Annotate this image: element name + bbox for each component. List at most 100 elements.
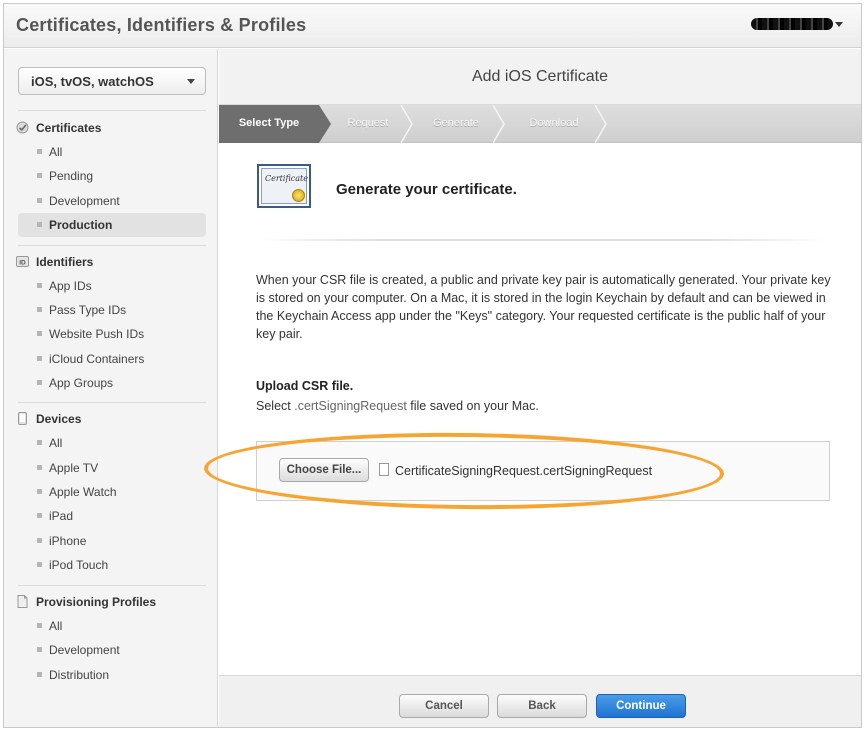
sidebar-item-label: Apple Watch: [49, 485, 117, 499]
bullet-icon: [37, 562, 42, 567]
sidebar-item-pending[interactable]: Pending: [18, 164, 206, 188]
upload-instructions-suffix: file saved on your Mac.: [406, 399, 539, 413]
sidebar-item-label: App Groups: [49, 376, 114, 390]
sidebar-item-label: Pending: [49, 169, 94, 183]
step-arrow-icon: [493, 105, 505, 143]
step-arrow-icon: [319, 105, 331, 143]
bullet-icon: [37, 623, 42, 628]
seal-icon: [292, 189, 305, 202]
sidebar-item-development[interactable]: Development: [18, 189, 206, 213]
sidebar-item-ipad[interactable]: iPad: [18, 504, 206, 528]
certificate-icon: [16, 121, 29, 134]
main-panel: Add iOS Certificate Select Type Request …: [219, 49, 861, 727]
sidebar-item-devices-all[interactable]: All: [18, 431, 206, 455]
section-heading: Generate your certificate.: [336, 181, 517, 198]
main-header: Add iOS Certificate: [219, 49, 861, 105]
upload-title: Upload CSR file.: [256, 379, 354, 393]
sidebar-section-label: Identifiers: [36, 255, 94, 269]
bullet-icon: [37, 283, 42, 288]
step-request: Request: [347, 117, 389, 129]
sidebar-item-certificates-all[interactable]: All: [18, 140, 206, 164]
step-progress: Select Type Request Generate Download: [219, 105, 861, 143]
sidebar-item-label: Pass Type IDs: [49, 303, 127, 317]
sidebar-item-website-push-ids[interactable]: Website Push IDs: [18, 322, 206, 346]
bullet-icon: [37, 513, 42, 518]
sidebar-item-label: Development: [49, 643, 120, 657]
sidebar-item-label: iPhone: [49, 534, 87, 548]
bullet-icon: [37, 173, 42, 178]
platform-select[interactable]: iOS, tvOS, watchOS: [18, 67, 206, 95]
upload-instructions-prefix: Select: [256, 399, 295, 413]
upload-instructions: Select .certSigningRequest file saved on…: [256, 399, 539, 413]
sidebar-item-profiles-development[interactable]: Development: [18, 638, 206, 662]
bullet-icon: [37, 380, 42, 385]
sidebar-item-iphone[interactable]: iPhone: [18, 529, 206, 553]
sidebar-item-label: All: [49, 436, 63, 450]
sidebar: iOS, tvOS, watchOS Certificates All Pend…: [4, 49, 218, 727]
sidebar-item-label: All: [49, 619, 63, 633]
certificate-icon-label: Certificate: [265, 174, 308, 183]
cancel-button[interactable]: Cancel: [399, 694, 489, 718]
sidebar-item-pass-type-ids[interactable]: Pass Type IDs: [18, 298, 206, 322]
sidebar-item-label: All: [49, 145, 63, 159]
bullet-icon: [37, 356, 42, 361]
sidebar-item-ipod-touch[interactable]: iPod Touch: [18, 553, 206, 577]
description-text: When your CSR file is created, a public …: [256, 273, 831, 341]
sidebar-item-label: Development: [49, 194, 120, 208]
sidebar-item-label: Production: [49, 218, 113, 232]
step-arrow-icon: [595, 105, 607, 143]
app-window: Certificates, Identifiers & Profiles iOS…: [3, 3, 862, 728]
sidebar-item-label: Website Push IDs: [49, 327, 145, 341]
bullet-icon: [37, 440, 42, 445]
sidebar-section-label: Certificates: [36, 121, 102, 135]
continue-button[interactable]: Continue: [596, 694, 686, 718]
sidebar-item-label: iPad: [49, 509, 74, 523]
device-icon: [18, 412, 27, 425]
sidebar-item-label: iPod Touch: [49, 558, 109, 572]
content-divider: [257, 239, 829, 241]
step-download: Download: [529, 117, 579, 129]
sidebar-item-icloud-containers[interactable]: iCloud Containers: [18, 347, 206, 371]
sidebar-item-apple-watch[interactable]: Apple Watch: [18, 480, 206, 504]
bullet-icon: [37, 489, 42, 494]
app-title: Certificates, Identifiers & Profiles: [16, 15, 307, 35]
sidebar-section-label: Devices: [36, 412, 82, 426]
sidebar-item-label: Apple TV: [49, 461, 99, 475]
sidebar-item-app-ids[interactable]: App IDs: [18, 274, 206, 298]
sidebar-item-profiles-all[interactable]: All: [18, 614, 206, 638]
id-badge-text: ID: [19, 260, 26, 267]
bullet-icon: [37, 538, 42, 543]
bullet-icon: [37, 672, 42, 677]
bullet-icon: [37, 307, 42, 312]
sidebar-divider: [18, 402, 206, 403]
sidebar-item-app-groups[interactable]: App Groups: [18, 371, 206, 395]
page-title: Add iOS Certificate: [471, 68, 609, 85]
bullet-icon: [37, 647, 42, 652]
id-icon: ID: [16, 256, 29, 267]
step-arrow-icon: [401, 105, 413, 143]
profile-icon: [17, 595, 28, 608]
sidebar-item-label: iCloud Containers: [49, 352, 145, 366]
sidebar-divider: [18, 110, 206, 111]
account-menu[interactable]: [751, 18, 833, 30]
sidebar-section-label: Provisioning Profiles: [36, 595, 157, 609]
file-extension: .certSigningRequest: [294, 399, 407, 413]
certificate-icon: Certificate: [257, 164, 311, 208]
sidebar-item-label: Distribution: [49, 668, 110, 682]
back-button[interactable]: Back: [497, 694, 587, 718]
platform-select-value: iOS, tvOS, watchOS: [31, 74, 154, 89]
sidebar-item-distribution[interactable]: Distribution: [18, 663, 206, 687]
sidebar-item-apple-tv[interactable]: Apple TV: [18, 456, 206, 480]
chevron-down-icon[interactable]: [835, 22, 843, 27]
footer-bar: Cancel Back Continue: [219, 675, 861, 727]
sidebar-item-production[interactable]: Production: [18, 213, 206, 237]
sidebar-divider: [18, 585, 206, 586]
bullet-icon: [37, 465, 42, 470]
chevron-down-icon: [187, 79, 195, 84]
step-select-type: Select Type: [219, 105, 319, 143]
sidebar-item-label: App IDs: [49, 279, 92, 293]
sidebar-divider: [18, 245, 206, 246]
bullet-icon: [37, 149, 42, 154]
bullet-icon: [37, 331, 42, 336]
top-header: Certificates, Identifiers & Profiles: [4, 4, 861, 48]
